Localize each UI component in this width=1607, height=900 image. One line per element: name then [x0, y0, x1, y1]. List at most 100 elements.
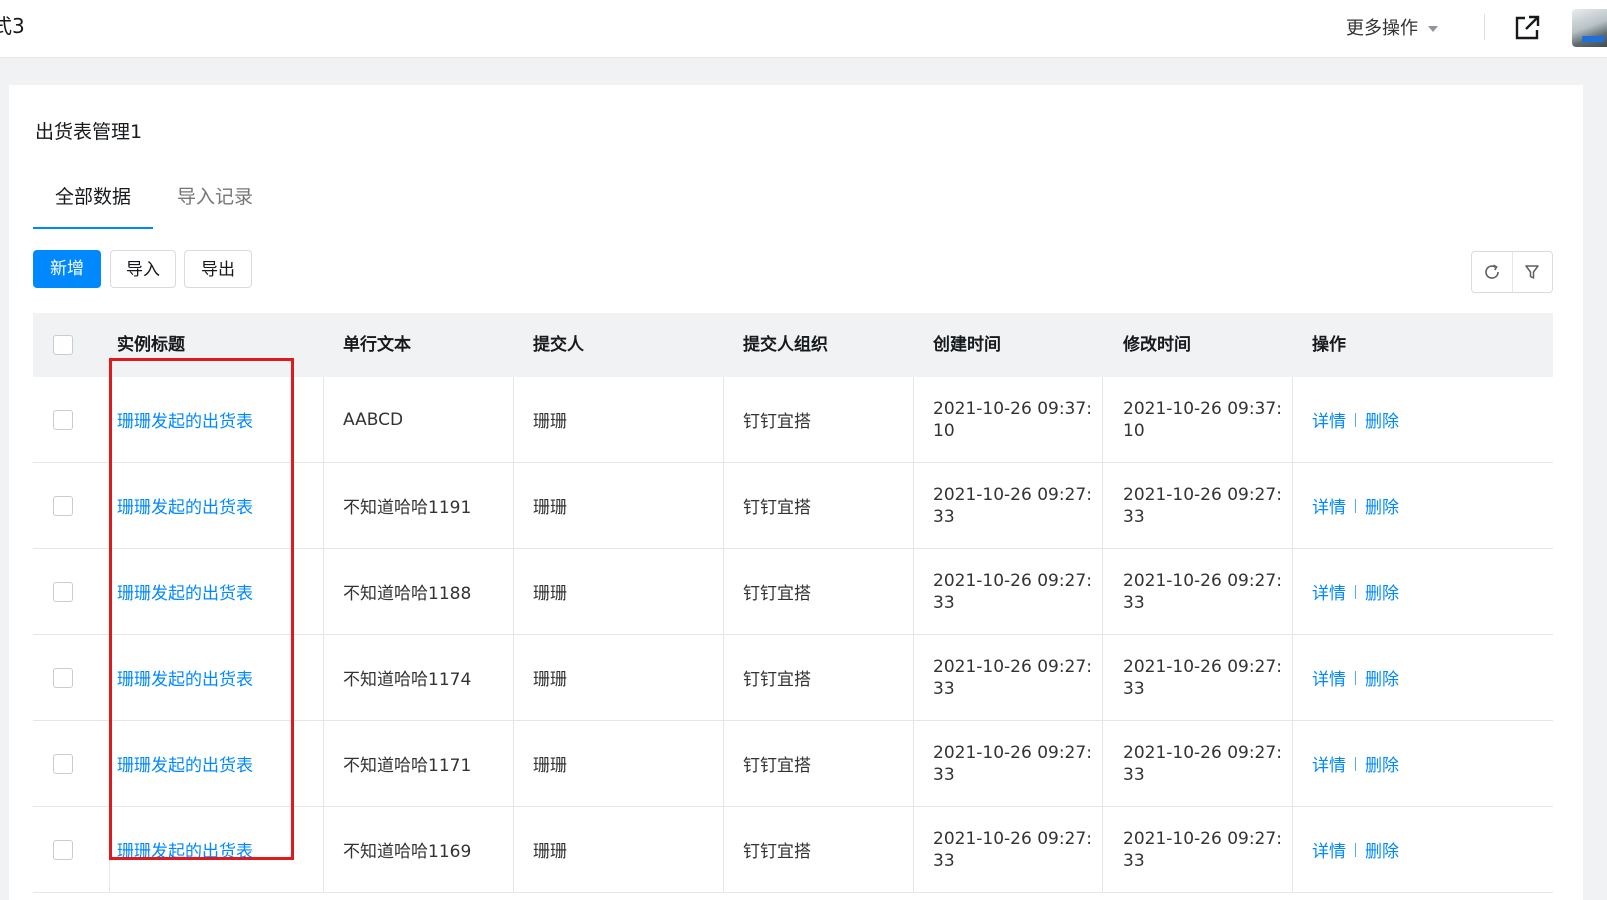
- instance-title-link[interactable]: 珊珊发起的出货表: [117, 407, 253, 432]
- operations-cell: 详情 删除: [1312, 635, 1399, 720]
- table-row: 珊珊发起的出货表 不知道哈哈1174 珊珊 钉钉宜搭 2021-10-26 09…: [33, 635, 1553, 721]
- submitter-cell: 珊珊: [533, 377, 567, 462]
- row-select-cell: [33, 807, 93, 892]
- delete-link[interactable]: 删除: [1365, 837, 1399, 862]
- title-cell: 珊珊发起的出货表: [117, 721, 253, 806]
- created-time-cell: 2021-10-26 09:37:10: [933, 377, 1093, 462]
- column-header[interactable]: 创建时间: [933, 313, 1001, 377]
- text-cell: 不知道哈哈1171: [343, 721, 471, 806]
- column-divider: [1292, 721, 1293, 806]
- avatar[interactable]: [1572, 9, 1607, 47]
- modified-time-cell: 2021-10-26 09:27:33: [1123, 635, 1283, 720]
- submitter: 珊珊: [533, 412, 567, 432]
- table-tools: [1471, 251, 1553, 293]
- operations-cell: 详情 删除: [1312, 463, 1399, 548]
- created-time: 2021-10-26 09:27:33: [933, 570, 1092, 613]
- text-cell: 不知道哈哈1169: [343, 807, 471, 892]
- row-checkbox[interactable]: [53, 667, 73, 688]
- row-select-cell: [33, 377, 93, 462]
- text-cell: AABCD: [343, 377, 403, 462]
- row-checkbox[interactable]: [53, 581, 73, 602]
- instance-title-link[interactable]: 珊珊发起的出货表: [117, 751, 253, 776]
- org-cell: 钉钉宜搭: [743, 721, 811, 806]
- single-line-text: 不知道哈哈1174: [343, 670, 472, 690]
- toolbar-divider: [1484, 14, 1485, 40]
- delete-link[interactable]: 删除: [1365, 407, 1399, 432]
- submitter-org: 钉钉宜搭: [743, 498, 811, 518]
- org-cell: 钉钉宜搭: [743, 549, 811, 634]
- single-line-text: 不知道哈哈1191: [343, 498, 472, 518]
- detail-link[interactable]: 详情: [1312, 837, 1346, 862]
- modified-time: 2021-10-26 09:27:33: [1123, 570, 1282, 613]
- column-divider: [513, 463, 514, 548]
- tab-bar: 全部数据 导入记录: [33, 181, 1573, 229]
- column-divider: [323, 635, 324, 720]
- detail-link[interactable]: 详情: [1312, 665, 1346, 690]
- column-divider: [1102, 635, 1103, 720]
- column-header: 操作: [1312, 335, 1346, 355]
- column-divider: [723, 377, 724, 462]
- column-header[interactable]: 提交人组织: [743, 313, 828, 377]
- submitter-cell: 珊珊: [533, 549, 567, 634]
- single-line-text: 不知道哈哈1188: [343, 584, 472, 604]
- more-actions-dropdown[interactable]: 更多操作: [1346, 14, 1438, 40]
- submitter-cell: 珊珊: [533, 721, 567, 806]
- select-all-cell: [33, 313, 93, 377]
- instance-title-link[interactable]: 珊珊发起的出货表: [117, 493, 253, 518]
- title-cell: 珊珊发起的出货表: [117, 549, 253, 634]
- submitter-org: 钉钉宜搭: [743, 842, 811, 862]
- column-header[interactable]: 提交人: [533, 313, 584, 377]
- column-divider: [323, 721, 324, 806]
- column-divider: [1102, 377, 1103, 462]
- submitter: 珊珊: [533, 756, 567, 776]
- row-select-cell: [33, 635, 93, 720]
- column-divider: [1102, 807, 1103, 892]
- detail-link[interactable]: 详情: [1312, 493, 1346, 518]
- column-divider: [323, 807, 324, 892]
- delete-link[interactable]: 删除: [1365, 493, 1399, 518]
- import-button[interactable]: 导入: [110, 250, 176, 288]
- tab-all-data[interactable]: 全部数据: [33, 181, 153, 229]
- instance-title-link[interactable]: 珊珊发起的出货表: [117, 579, 253, 604]
- avatar-badge: [1582, 36, 1604, 42]
- page-title: 出货表管理1: [35, 121, 143, 143]
- content-panel: 出货表管理1 全部数据 导入记录 新增 导入 导出 实例标题 单行文本 提交人 …: [9, 85, 1583, 900]
- column-divider: [723, 721, 724, 806]
- filter-icon[interactable]: [1511, 252, 1553, 292]
- column-divider: [109, 549, 110, 634]
- modified-time-cell: 2021-10-26 09:27:33: [1123, 463, 1283, 548]
- row-checkbox[interactable]: [53, 753, 73, 774]
- column-divider: [323, 463, 324, 548]
- refresh-icon[interactable]: [1472, 252, 1512, 292]
- modified-time-cell: 2021-10-26 09:27:33: [1123, 721, 1283, 806]
- row-checkbox[interactable]: [53, 495, 73, 516]
- table-row: 珊珊发起的出货表 不知道哈哈1169 珊珊 钉钉宜搭 2021-10-26 09…: [33, 807, 1553, 893]
- select-all-checkbox[interactable]: [53, 335, 73, 355]
- column-header[interactable]: 单行文本: [343, 313, 411, 377]
- column-header[interactable]: 实例标题: [117, 313, 185, 377]
- open-external-icon[interactable]: [1511, 12, 1543, 44]
- export-button[interactable]: 导出: [184, 250, 252, 288]
- detail-link[interactable]: 详情: [1312, 579, 1346, 604]
- created-time: 2021-10-26 09:27:33: [933, 656, 1092, 699]
- op-separator: [1355, 842, 1356, 857]
- instance-title-link[interactable]: 珊珊发起的出货表: [117, 665, 253, 690]
- detail-link[interactable]: 详情: [1312, 751, 1346, 776]
- row-checkbox[interactable]: [53, 409, 73, 430]
- delete-link[interactable]: 删除: [1365, 751, 1399, 776]
- instance-title-link[interactable]: 珊珊发起的出货表: [117, 837, 253, 862]
- detail-link[interactable]: 详情: [1312, 407, 1346, 432]
- top-bar: 式3 更多操作: [0, 0, 1607, 58]
- modified-time-cell: 2021-10-26 09:27:33: [1123, 549, 1283, 634]
- delete-link[interactable]: 删除: [1365, 665, 1399, 690]
- tab-import-records[interactable]: 导入记录: [177, 181, 253, 227]
- row-checkbox[interactable]: [53, 839, 73, 860]
- column-divider: [323, 377, 324, 462]
- delete-link[interactable]: 删除: [1365, 579, 1399, 604]
- add-button[interactable]: 新增: [33, 250, 101, 288]
- column-header[interactable]: 修改时间: [1123, 313, 1191, 377]
- column-divider: [109, 463, 110, 548]
- single-line-text: AABCD: [343, 409, 404, 430]
- column-divider: [109, 377, 110, 462]
- created-time: 2021-10-26 09:27:33: [933, 828, 1092, 871]
